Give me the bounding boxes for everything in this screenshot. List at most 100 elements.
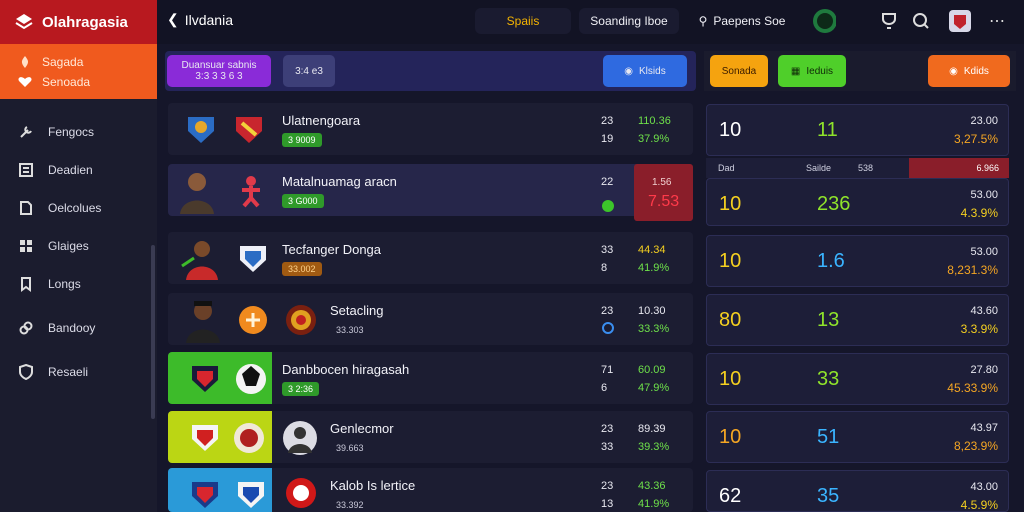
match-row[interactable]: Kalob Is lertice 33.392 23 13 43.36 41.9… — [168, 468, 693, 512]
match-name: Matalnuamag aracn — [282, 174, 397, 189]
tab-standings[interactable]: Soanding Iboe — [579, 8, 679, 34]
profile-chip[interactable]: Duansuar sabnis 3:3 3 3 6 3 — [167, 55, 271, 87]
club-crest-icon[interactable] — [947, 9, 971, 33]
cup-icon[interactable] — [877, 9, 901, 33]
sidebar-item-label: Longs — [48, 277, 81, 291]
tab-label: Paepens Soe — [713, 14, 786, 28]
match-num: 33 — [601, 441, 614, 453]
more-icon[interactable]: ⋯ — [985, 9, 1009, 33]
toggle-icon: ◉ — [949, 65, 958, 77]
filter-chip-green[interactable]: ▦ Ieduis — [778, 55, 846, 87]
filter-chip[interactable]: 3:4 e3 — [283, 55, 335, 87]
document-icon — [20, 201, 32, 215]
match-tag: 3 2:36 — [282, 382, 320, 396]
sidebar-item-label: Fengocs — [48, 125, 95, 139]
match-row[interactable]: Matalnuamag aracn 3 G000 22 1.56 7.53 — [168, 164, 693, 221]
score-odds: 23.00 — [970, 115, 998, 127]
score-card[interactable]: 10 236 53.00 4.3.9% — [706, 178, 1009, 226]
score-percent: 8,231.3% — [947, 263, 998, 277]
match-row[interactable]: Setacling 33.303 23 10.30 33.3% — [168, 293, 693, 345]
match-row[interactable]: Genlecmor 39.663 23 33 89.39 39.3% — [168, 411, 693, 463]
sidebar-item-label: Oelcolues — [48, 201, 102, 215]
filter-chip-blue[interactable]: ◉ Klsids — [603, 55, 687, 87]
sidebar-item[interactable]: Oelcolues — [0, 189, 157, 227]
match-num: 6 — [601, 382, 608, 394]
sidebar-item[interactable]: Bandooy — [0, 309, 157, 347]
match-tag: 3 G000 — [282, 194, 324, 208]
search-icon[interactable] — [909, 9, 933, 33]
sidebar-scrollbar[interactable] — [151, 245, 155, 419]
team-crest-icon — [239, 306, 267, 334]
filter-chip-orange[interactable]: Sonada — [710, 55, 768, 87]
team-crest-icon — [192, 482, 218, 508]
team-badge-icon — [813, 9, 836, 33]
score-odds: 43.00 — [970, 481, 998, 493]
tab-sports[interactable]: Spaiis — [475, 8, 571, 34]
team-crest-icon — [236, 117, 262, 143]
match-odds: 10.30 — [638, 305, 666, 317]
match-tag: 3 9009 — [282, 133, 322, 147]
score-card[interactable]: 10 33 27.80 45.33.9% — [706, 353, 1009, 405]
odds-highlight[interactable]: 1.56 7.53 — [634, 164, 693, 221]
sidebar-nav: Fengocs Deadien Oelcolues Glaiges Longs … — [0, 113, 157, 391]
score-a: 10 — [719, 368, 742, 390]
score-b: 236 — [817, 193, 851, 215]
match-percent: 37.9% — [638, 133, 670, 145]
trophy-icon: ⚲ — [698, 14, 708, 28]
match-row[interactable]: Tecfanger Donga 33.002 33 8 44.34 41.9% — [168, 232, 693, 284]
score-percent: 3,27.5% — [953, 132, 998, 146]
tab-players[interactable]: ⚲ Paepens Soe — [687, 8, 797, 34]
score-odds: 43.60 — [970, 305, 998, 317]
sidebar-item[interactable]: Glaiges — [0, 227, 157, 265]
match-num: 23 — [601, 305, 614, 317]
match-name: Tecfanger Donga — [282, 242, 382, 257]
match-name: Ulatnengoara — [282, 113, 361, 128]
match-num: 19 — [601, 133, 614, 145]
score-card[interactable]: 80 13 43.60 3.3.9% — [706, 294, 1009, 346]
match-odds: 89.39 — [638, 423, 666, 435]
clock-icon — [602, 322, 614, 334]
odds-value: 1.56 — [652, 177, 672, 188]
score-card[interactable]: 10 11 23.00 3,27.5% — [706, 104, 1009, 156]
bookmark-icon — [21, 277, 31, 292]
filter-chip-orange2[interactable]: ◉ Kdids — [928, 55, 1010, 87]
brand-bar[interactable]: Olahragasia — [0, 0, 157, 44]
header-label: Dad — [718, 163, 735, 173]
link-icon — [19, 321, 33, 335]
player-avatar-icon — [181, 241, 218, 280]
sidebar-item[interactable]: Longs — [0, 265, 157, 303]
logo-icon — [15, 14, 33, 30]
filter-bar: Duansuar sabnis 3:3 3 3 6 3 3:4 e3 ◉ Kls… — [165, 51, 696, 91]
sidebar-item[interactable]: Fengocs — [0, 113, 157, 151]
promo-item[interactable]: Senoada — [18, 72, 157, 92]
match-row[interactable]: Danbbocen hiragasah 3 2:36 71 6 60.09 47… — [168, 352, 693, 404]
match-tag: 33.002 — [282, 262, 322, 276]
match-num: 13 — [601, 498, 614, 510]
header-label: 538 — [858, 163, 874, 173]
score-a: 80 — [719, 309, 742, 331]
promo-item[interactable]: Sagada — [18, 52, 157, 72]
header-badge: 6.966 — [909, 158, 1009, 178]
score-b: 11 — [817, 119, 838, 141]
score-card[interactable]: 10 51 43.97 8,23.9% — [706, 411, 1009, 463]
score-card[interactable]: 10 1.6 53.00 8,231.3% — [706, 235, 1009, 287]
match-num: 23 — [601, 423, 614, 435]
score-percent: 3.3.9% — [960, 322, 998, 336]
sidebar-item[interactable]: Deadien — [0, 151, 157, 189]
match-odds: 110.36 — [638, 115, 671, 127]
score-a: 62 — [719, 485, 742, 507]
match-percent: 41.9% — [638, 262, 670, 274]
page-title: Ilvdania — [184, 11, 233, 28]
score-percent: 4.3.9% — [960, 206, 998, 220]
match-name: Kalob Is lertice — [330, 478, 416, 493]
back-button[interactable]: ❮ Ilvdania — [167, 11, 233, 28]
sidebar-item[interactable]: Resaeli — [0, 353, 157, 391]
match-row[interactable]: Ulatnengoara 3 9009 23 19 110.36 37.9% — [168, 103, 693, 155]
avatar[interactable] — [812, 9, 836, 33]
score-a: 10 — [719, 193, 742, 215]
score-odds: 43.97 — [970, 422, 998, 434]
match-percent: 47.9% — [638, 382, 670, 394]
match-num: 23 — [601, 480, 614, 492]
promo-label: Sagada — [42, 55, 84, 69]
score-card[interactable]: 62 35 43.00 4.5.9% — [706, 470, 1009, 512]
